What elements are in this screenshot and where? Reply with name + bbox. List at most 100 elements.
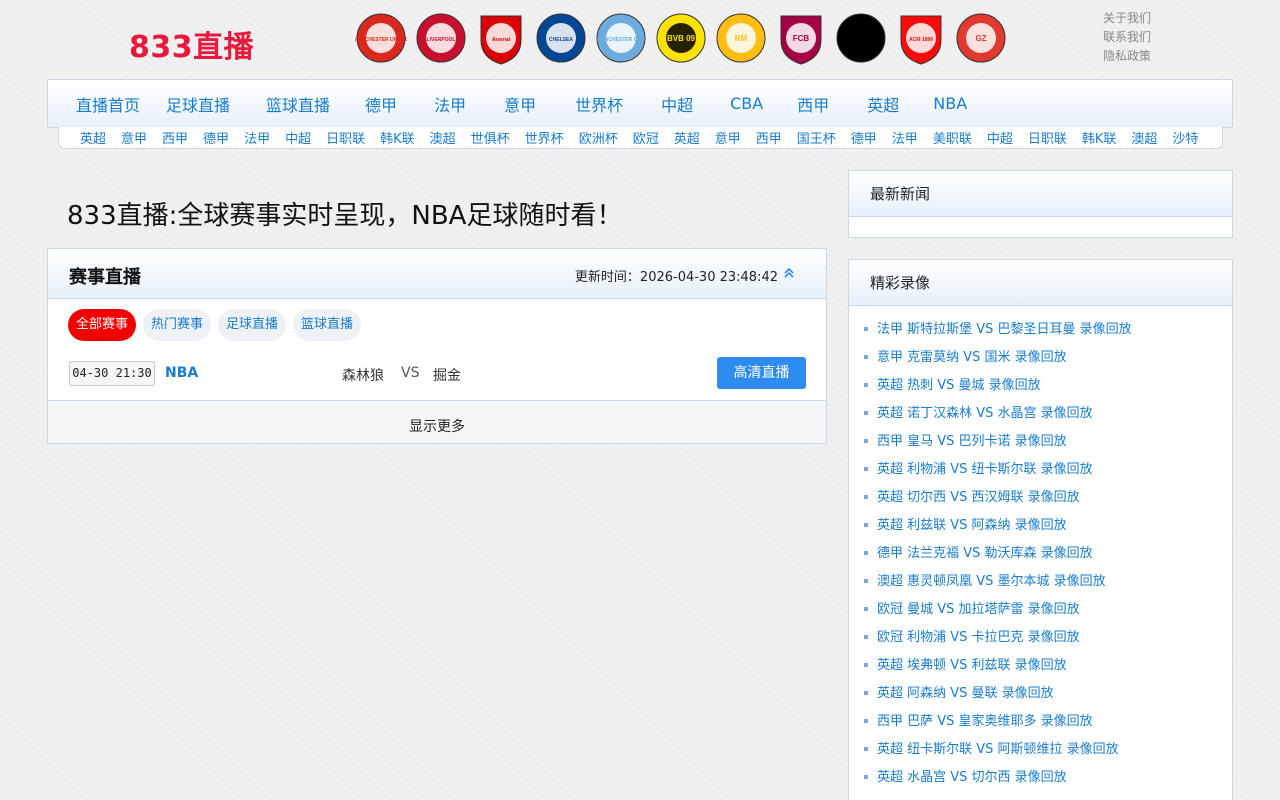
manchester-city-crest-icon: MANCHESTER CITY [596,13,646,63]
replay-item[interactable]: 意甲 克雷莫纳 VS 国米 录像回放 [864,344,1232,372]
subnav-item-11[interactable]: 欧洲杯 [579,128,618,147]
nav-item-5[interactable]: 意甲 [504,92,536,116]
arsenal-badge[interactable]: Arsenal [475,10,527,66]
replay-item[interactable]: 英超 水晶宫 VS 切尔西 录像回放 [864,764,1232,792]
nav-item-2[interactable]: 篮球直播 [266,92,330,116]
subnav-item-2[interactable]: 西甲 [162,128,188,147]
subnav-item-0[interactable]: 英超 [80,128,106,147]
subnav-item-1[interactable]: 意甲 [121,128,147,147]
nav-item-9[interactable]: 西甲 [797,92,829,116]
filter-all[interactable]: 全部赛事 [68,309,137,341]
guangzhou-badge[interactable]: GZ [955,10,1007,66]
filter-basketball[interactable]: 篮球直播 [293,309,362,341]
subnav-item-17[interactable]: 德甲 [851,128,877,147]
nav-item-8[interactable]: CBA [730,94,763,113]
manchester-united-badge[interactable]: MANCHESTER UNITED [355,10,407,66]
replay-item-label: 英超 水晶宫 VS 切尔西 录像回放 [877,770,1067,785]
nav-item-1[interactable]: 足球直播 [166,92,230,116]
replay-item[interactable]: 西甲 皇马 VS 巴列卡诺 录像回放 [864,428,1232,456]
subnav-item-12[interactable]: 欧冠 [633,128,659,147]
ac-milan-badge[interactable]: ACM 1899 [895,10,947,66]
privacy-link[interactable]: 隐私政策 [1103,48,1151,65]
replay-item[interactable]: 澳超 惠灵顿凤凰 VS 墨尔本城 录像回放 [864,568,1232,596]
replay-item-label: 英超 诺丁汉森林 VS 水晶宫 录像回放 [877,406,1093,421]
bullet-icon [864,326,868,331]
subnav-item-22[interactable]: 韩K联 [1082,128,1117,147]
real-madrid-badge[interactable]: RM [715,10,767,66]
replay-item[interactable]: 英超 热刺 VS 曼城 录像回放 [864,372,1232,400]
nav-item-7[interactable]: 中超 [661,92,693,116]
contact-link[interactable]: 联系我们 [1103,29,1151,46]
replay-item[interactable]: 英超 纽卡斯尔联 VS 阿斯顿维拉 录像回放 [864,736,1232,764]
subnav-item-7[interactable]: 韩K联 [380,128,415,147]
replay-item[interactable]: 英超 埃弗顿 VS 利兹联 录像回放 [864,652,1232,680]
subnav-item-15[interactable]: 西甲 [756,128,782,147]
nav-item-0[interactable]: 直播首页 [76,92,140,116]
subnav-item-10[interactable]: 世界杯 [525,128,564,147]
nav-item-6[interactable]: 世界杯 [575,92,623,116]
update-label: 更新时间： [574,270,640,285]
subnav-item-21[interactable]: 日职联 [1028,128,1067,147]
nav-item-3[interactable]: 德甲 [365,92,397,116]
subnav-item-4[interactable]: 法甲 [244,128,270,147]
svg-text:BVB 09: BVB 09 [667,34,696,43]
replay-item-label: 英超 利兹联 VS 阿森纳 录像回放 [877,518,1067,533]
replay-item[interactable]: 英超 利物浦 VS 纽卡斯尔联 录像回放 [864,456,1232,484]
away-team: 掘金 [433,368,461,384]
filter-football[interactable]: 足球直播 [218,309,287,341]
replay-item[interactable]: 西甲 巴萨 VS 皇家奥维耶多 录像回放 [864,708,1232,736]
manchester-united-crest-icon: MANCHESTER UNITED [355,13,407,63]
filter-hot[interactable]: 热门赛事 [143,309,212,341]
subnav-item-20[interactable]: 中超 [987,128,1013,147]
subnav-item-14[interactable]: 意甲 [715,128,741,147]
subnav-item-24[interactable]: 沙特 [1172,128,1198,147]
manchester-city-badge[interactable]: MANCHESTER CITY [595,10,647,66]
filter-tabs: 全部赛事 热门赛事 足球直播 篮球直播 [68,309,362,341]
replay-item-label: 英超 切尔西 VS 西汉姆联 录像回放 [877,490,1080,505]
bullet-icon [864,494,868,499]
liverpool-badge[interactable]: LIVERPOOL [415,10,467,66]
subnav-item-19[interactable]: 美职联 [933,128,972,147]
nav-item-10[interactable]: 英超 [867,92,899,116]
match-league[interactable]: NBA [165,365,198,381]
replay-item[interactable]: 德甲 法兰克福 VS 勒沃库森 录像回放 [864,540,1232,568]
svg-text:MANCHESTER UNITED: MANCHESTER UNITED [355,37,407,43]
update-time: 更新时间：2026-04-30 23:48:42 [575,266,778,285]
subnav-item-23[interactable]: 澳超 [1131,128,1157,147]
subnav-item-5[interactable]: 中超 [285,128,311,147]
svg-text:LIVERPOOL: LIVERPOOL [427,37,456,43]
nav-item-11[interactable]: NBA [933,94,967,113]
replay-item[interactable]: 英超 切尔西 VS 西汉姆联 录像回放 [864,484,1232,512]
home-team: 森林狼 [342,368,384,384]
chelsea-badge[interactable]: CHELSEA [535,10,587,66]
subnav-item-3[interactable]: 德甲 [203,128,229,147]
replay-item-label: 法甲 斯特拉斯堡 VS 巴黎圣日耳曼 录像回放 [877,322,1132,337]
about-link[interactable]: 关于我们 [1103,10,1151,27]
dortmund-badge[interactable]: BVB 09 [655,10,707,66]
nav-item-4[interactable]: 法甲 [434,92,466,116]
subnav-item-9[interactable]: 世俱杯 [471,128,510,147]
subnav-item-6[interactable]: 日职联 [326,128,365,147]
subnav-item-13[interactable]: 英超 [674,128,700,147]
bullet-icon [864,634,868,639]
replay-item-label: 澳超 惠灵顿凤凰 VS 墨尔本城 录像回放 [877,574,1106,589]
collapse-chevron-icon[interactable] [782,265,796,281]
show-more-button[interactable]: 显示更多 [48,400,826,443]
subnav-item-18[interactable]: 法甲 [892,128,918,147]
club-badges: MANCHESTER UNITED LIVERPOOL Arsenal CHELSEA… [355,10,1007,66]
site-logo[interactable]: 833直播 [129,22,254,66]
replay-item[interactable]: 欧冠 曼城 VS 加拉塔萨雷 录像回放 [864,596,1232,624]
barcelona-badge[interactable]: FCB [775,10,827,66]
replay-item[interactable]: 英超 利兹联 VS 阿森纳 录像回放 [864,512,1232,540]
liverpool-crest-icon: LIVERPOOL [416,13,466,63]
subnav-item-8[interactable]: 澳超 [430,128,456,147]
bullet-icon [864,550,868,555]
svg-text:Arsenal: Arsenal [492,37,511,43]
replay-item[interactable]: 英超 诺丁汉森林 VS 水晶宫 录像回放 [864,400,1232,428]
watch-hd-button[interactable]: 高清直播 [717,357,806,389]
subnav-item-16[interactable]: 国王杯 [797,128,836,147]
replay-item[interactable]: 英超 阿森纳 VS 曼联 录像回放 [864,680,1232,708]
juventus-badge[interactable]: JUVENTUS [835,10,887,66]
replay-item[interactable]: 欧冠 利物浦 VS 卡拉巴克 录像回放 [864,624,1232,652]
replay-item[interactable]: 法甲 斯特拉斯堡 VS 巴黎圣日耳曼 录像回放 [864,316,1232,344]
